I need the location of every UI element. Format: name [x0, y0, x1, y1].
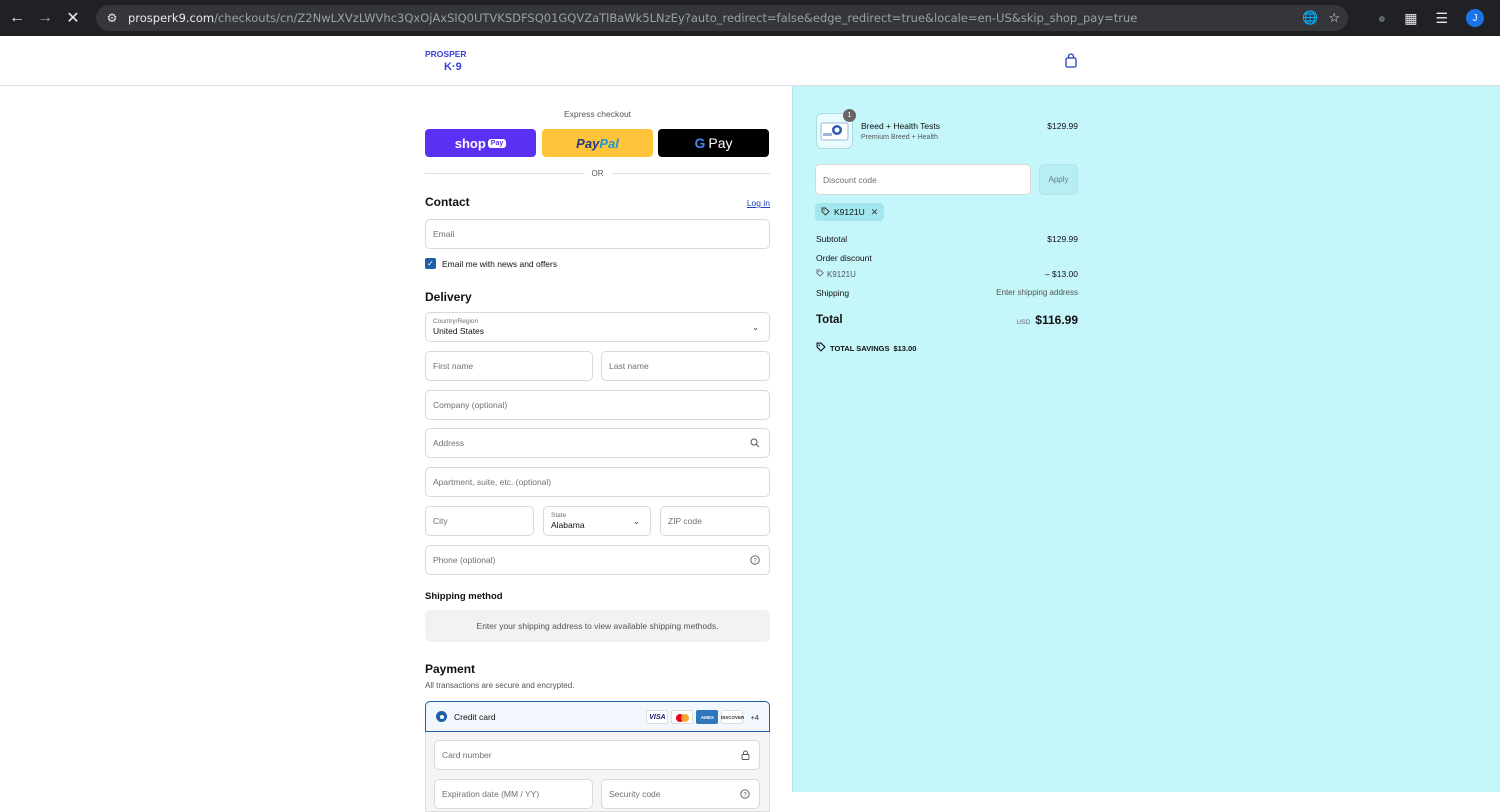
company-field[interactable]: Company (optional) — [425, 390, 770, 420]
discount-code-input[interactable]: Discount code — [815, 164, 1031, 195]
help-circle-icon[interactable]: ? — [749, 554, 761, 566]
subtotal-label: Subtotal — [816, 234, 848, 244]
security-code-field[interactable]: Security code ? — [601, 779, 760, 809]
or-divider: OR — [425, 167, 770, 179]
extensions-puzzle-icon[interactable]: ▦ — [1404, 10, 1417, 27]
tag-icon — [821, 207, 830, 218]
phone-field[interactable]: Phone (optional) ? — [425, 545, 770, 575]
shop-pay-button[interactable]: shop Pay — [425, 129, 536, 157]
applied-code: K9121U — [834, 207, 865, 217]
url-text[interactable]: prosperk9.com/checkouts/cn/Z2NwLXVzLWVhc… — [128, 11, 1137, 25]
paypal-button[interactable]: Pay Pal — [542, 129, 653, 157]
more-card-brands: +4 — [750, 712, 759, 722]
help-circle-icon[interactable]: ? — [739, 788, 751, 800]
apartment-field[interactable]: Apartment, suite, etc. (optional) — [425, 467, 770, 497]
city-field[interactable]: City — [425, 506, 534, 536]
product-thumbnail: 1 — [816, 109, 856, 149]
stop-loading-icon[interactable]: ✕ — [59, 4, 87, 32]
newsletter-option[interactable]: ✓ Email me with news and offers — [425, 258, 557, 269]
visa-logo-icon: VISA — [646, 710, 669, 724]
svg-text:PROSPER: PROSPER — [425, 49, 467, 59]
order-discount-value: – $13.00 — [1044, 269, 1078, 279]
cart-bag-icon[interactable] — [1064, 53, 1078, 69]
address-bar[interactable]: ⚙ prosperk9.com/checkouts/cn/Z2NwLXVzLWV… — [96, 5, 1348, 31]
credit-card-option[interactable]: Credit card VISA AMEX DISCOVER +4 — [425, 701, 770, 732]
mastercard-logo-icon — [671, 710, 694, 724]
newsletter-checkbox[interactable]: ✓ — [425, 258, 436, 269]
express-checkout-title: Express checkout — [563, 109, 632, 119]
payment-heading: Payment — [425, 662, 476, 676]
product-price: $129.99 — [1047, 121, 1078, 131]
payment-subtitle: All transactions are secure and encrypte… — [425, 681, 575, 690]
login-link[interactable]: Log in — [747, 198, 770, 208]
currency-code: USD — [1016, 319, 1031, 326]
tag-icon — [816, 269, 824, 279]
last-name-field[interactable]: Last name — [601, 351, 770, 381]
total-value: $116.99 — [1035, 313, 1078, 327]
bookmark-star-icon[interactable]: ☆ — [1328, 10, 1340, 26]
zip-code-field[interactable]: ZIP code — [660, 506, 770, 536]
store-header: PROSPER K·9 — [0, 36, 1500, 86]
extension-icon[interactable]: ● — [1378, 10, 1386, 26]
shipping-value: Enter shipping address — [996, 288, 1078, 297]
product-name: Breed + Health Tests — [861, 121, 940, 131]
google-pay-button[interactable]: G Pay — [658, 129, 769, 157]
country-select[interactable]: Country/Region United States ⌄ — [425, 312, 770, 342]
order-discount-code: K9121U — [816, 269, 856, 279]
credit-card-radio[interactable] — [436, 711, 447, 722]
address-field[interactable]: Address — [425, 428, 770, 458]
site-info-icon[interactable]: ⚙ — [104, 10, 120, 26]
applied-discount-chip: K9121U ✕ — [815, 203, 885, 221]
contact-heading: Contact — [425, 195, 470, 209]
state-select[interactable]: State Alabama ⌄ — [543, 506, 651, 536]
translate-icon[interactable]: 🌐 — [1302, 10, 1318, 26]
email-field[interactable]: Email — [425, 219, 770, 249]
tag-icon — [816, 342, 826, 354]
discover-logo-icon: DISCOVER — [721, 710, 744, 724]
subtotal-value: $129.99 — [1047, 234, 1078, 244]
shipping-method-notice: Enter your shipping address to view avai… — [425, 610, 770, 642]
remove-discount-icon[interactable]: ✕ — [871, 207, 879, 218]
first-name-field[interactable]: First name — [425, 351, 593, 381]
chevron-down-icon: ⌄ — [633, 517, 640, 526]
chevron-down-icon: ⌄ — [752, 323, 759, 332]
media-controls-icon[interactable]: ☰ — [1435, 10, 1448, 27]
prosper-k9-logo[interactable]: PROSPER K·9 — [425, 48, 473, 73]
back-icon[interactable]: ← — [3, 4, 31, 32]
forward-icon[interactable]: → — [31, 4, 59, 32]
apply-discount-button[interactable]: Apply — [1039, 164, 1078, 195]
quantity-badge: 1 — [843, 109, 856, 122]
shipping-label: Shipping — [816, 288, 850, 298]
total-label: Total — [816, 314, 843, 326]
browser-toolbar: ← → ✕ ⚙ prosperk9.com/checkouts/cn/Z2NwL… — [0, 0, 1500, 36]
google-g-icon: G — [694, 135, 706, 151]
card-number-field[interactable]: Card number — [434, 740, 760, 770]
card-brand-logos: VISA AMEX DISCOVER +4 — [646, 710, 759, 724]
shipping-method-heading: Shipping method — [425, 591, 503, 602]
expiration-date-field[interactable]: Expiration date (MM / YY) — [434, 779, 593, 809]
search-icon — [749, 437, 761, 449]
lock-icon — [739, 749, 751, 761]
order-discount-label: Order discount — [816, 253, 872, 263]
amex-logo-icon: AMEX — [696, 710, 719, 724]
total-savings: TOTAL SAVINGS $13.00 — [816, 342, 916, 354]
svg-text:K·9: K·9 — [444, 61, 462, 72]
delivery-heading: Delivery — [425, 290, 472, 304]
product-variant: Premium Breed + Health — [861, 134, 938, 141]
profile-avatar[interactable]: J — [1466, 9, 1484, 27]
total-amount: USD $116.99 — [1017, 313, 1078, 327]
